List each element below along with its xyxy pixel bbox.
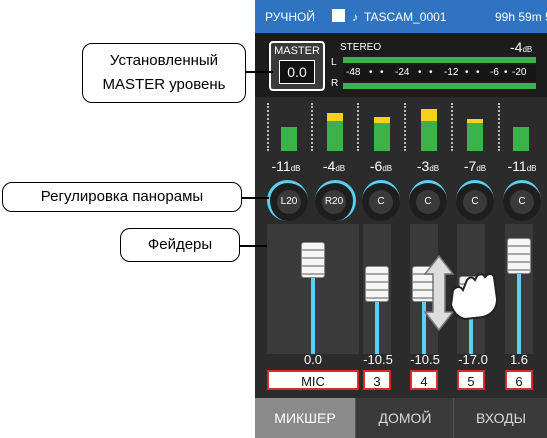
music-note-icon: ♪: [352, 10, 358, 24]
channel-level: -3dB: [416, 158, 440, 174]
channel-meter: [374, 117, 390, 151]
fader-value: -10.5: [363, 352, 393, 367]
channel-level: -7dB: [463, 158, 487, 174]
channel-level: -4dB: [322, 158, 346, 174]
master-meter-left: [343, 57, 536, 63]
fader-track: [517, 270, 521, 354]
meter-ticks: [451, 103, 461, 151]
meter-ticks: [357, 103, 367, 151]
fader-value: 1.6: [509, 352, 529, 367]
tab-mixer[interactable]: МИКШЕР: [255, 398, 355, 438]
channel-name-mic[interactable]: MIC: [267, 370, 359, 390]
tab-inputs[interactable]: ВХОДЫ: [453, 398, 547, 438]
channel-meter: [281, 127, 297, 151]
channel-level: -11dB: [507, 158, 537, 174]
stereo-label: STEREO: [340, 42, 382, 53]
pan-knob[interactable]: L20: [267, 180, 308, 221]
fader-value: -10.5: [410, 352, 440, 367]
channel-name-5[interactable]: 5: [457, 370, 485, 390]
fader-track: [311, 274, 315, 354]
callout-faders-leader: [239, 245, 267, 247]
pan-knob[interactable]: R20: [315, 180, 356, 221]
channel-level: -6dB: [369, 158, 393, 174]
channel-meter: [421, 109, 437, 151]
pan-value: C: [463, 190, 487, 214]
master-level-control[interactable]: MASTER 0.0: [269, 41, 325, 91]
drag-gesture-icon: [423, 254, 499, 332]
pan-knob[interactable]: C: [503, 180, 541, 221]
meter-ticks: [498, 103, 508, 151]
callout-master-level: Установленный MASTER уровень: [82, 43, 246, 103]
channel-meter: [467, 119, 483, 151]
pan-value: C: [510, 190, 534, 214]
channel-name-3[interactable]: 3: [363, 370, 391, 390]
master-meter-right: [343, 83, 536, 89]
pan-value: C: [369, 190, 393, 214]
status-bar: РУЧНОЙ ♪ TASCAM_0001 99h 59m 59s: [255, 0, 547, 33]
fader-handle[interactable]: [301, 242, 325, 278]
fader-handle[interactable]: [365, 266, 389, 302]
master-section: MASTER 0.0 STEREO -4dB L R -48 • • -24 •…: [255, 33, 547, 97]
channel-meter: [513, 127, 529, 151]
mixer-screen: РУЧНОЙ ♪ TASCAM_0001 99h 59m 59s MASTER …: [255, 0, 547, 438]
callout-pan-leader: [241, 197, 269, 199]
callout-pan-control: Регулировка панорамы: [2, 182, 242, 212]
pan-knob[interactable]: C: [456, 180, 494, 221]
master-meter-scale: -48 • • -24 • • -12 • • -6 • -20: [343, 65, 536, 81]
fader-ch3-lane[interactable]: [363, 224, 391, 354]
fader-value: 0.0: [303, 352, 323, 367]
fader-track: [375, 298, 379, 354]
meter-ticks: [311, 103, 321, 151]
callout-master-leader: [245, 71, 273, 73]
meter-ticks: [267, 103, 277, 151]
remaining-time: 99h 59m 59s: [495, 10, 547, 24]
channel-name-4[interactable]: 4: [410, 370, 438, 390]
master-label: MASTER: [274, 45, 320, 57]
bottom-tabs: МИКШЕР ДОМОЙ ВХОДЫ: [255, 398, 547, 438]
channel-meters: [255, 97, 547, 165]
fader-handle[interactable]: [507, 238, 531, 274]
channel-name-6[interactable]: 6: [505, 370, 533, 390]
pan-knob[interactable]: C: [362, 180, 400, 221]
right-channel-label: R: [331, 78, 339, 89]
channel-level: -11dB: [271, 158, 301, 174]
meter-ticks: [404, 103, 414, 151]
master-peak-level: -4dB: [510, 39, 533, 55]
fader-master-lane[interactable]: [267, 224, 359, 354]
pan-knob[interactable]: C: [409, 180, 447, 221]
channel-meter: [327, 113, 343, 151]
fader-value: -17.0: [458, 352, 488, 367]
fader-ch6-lane[interactable]: [505, 224, 533, 354]
callout-faders: Фейдеры: [120, 228, 240, 262]
pan-value: R20: [322, 190, 346, 214]
file-name: TASCAM_0001: [364, 10, 447, 24]
pan-value: L20: [277, 190, 301, 214]
mode-label: РУЧНОЙ: [265, 10, 315, 24]
master-value: 0.0: [279, 60, 315, 84]
pan-value: C: [416, 190, 440, 214]
tab-home[interactable]: ДОМОЙ: [355, 398, 454, 438]
record-checkbox-icon: [332, 9, 345, 22]
left-channel-label: L: [331, 57, 337, 68]
